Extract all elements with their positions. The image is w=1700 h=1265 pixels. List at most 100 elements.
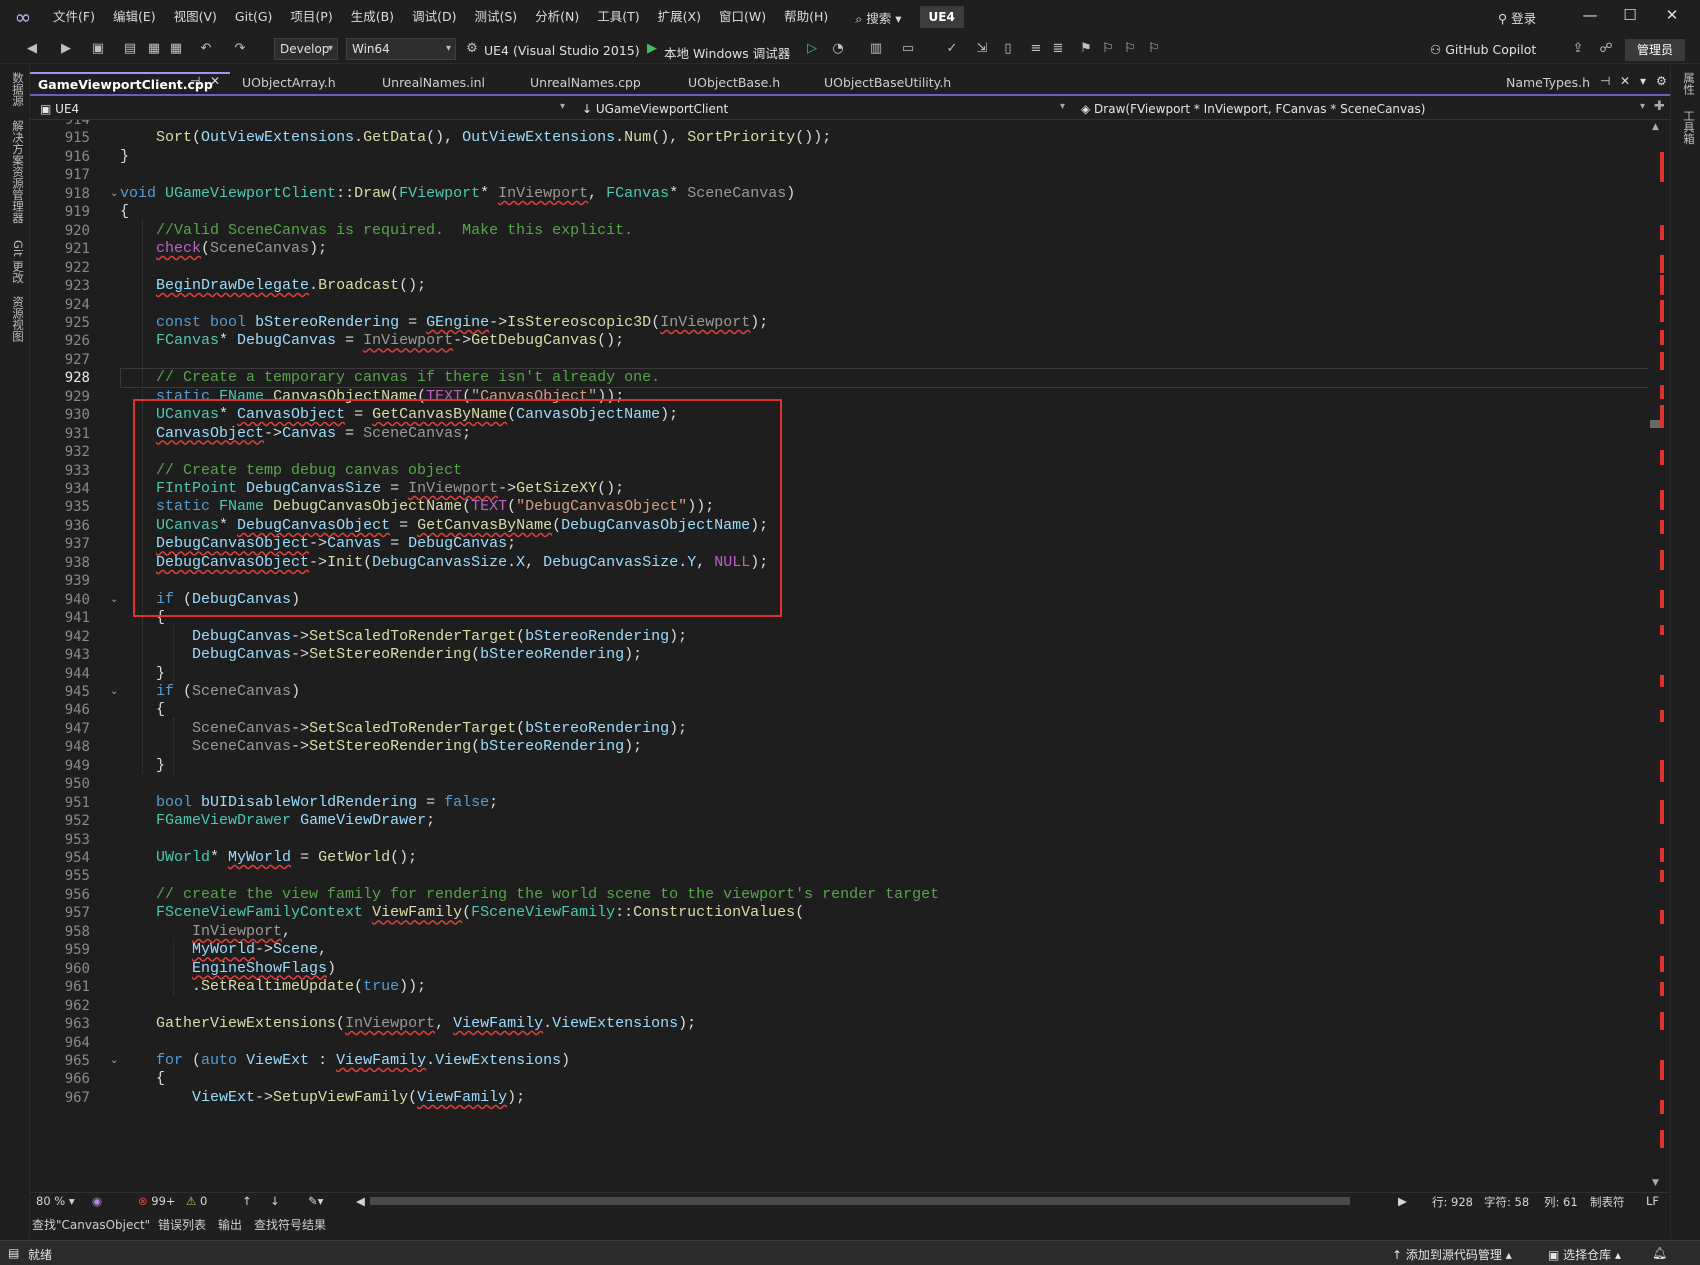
menu-item[interactable]: Git(G) xyxy=(226,0,282,34)
tab-overflow-icon[interactable]: ▾ xyxy=(1640,74,1646,88)
fold-toggle-icon[interactable]: ⌄ xyxy=(110,686,118,697)
tab-uobjectbaseutility-h[interactable]: UObjectBaseUtility.h xyxy=(816,72,984,94)
step-icon[interactable]: ⇲ xyxy=(974,41,990,57)
menu-item[interactable]: 帮助(H) xyxy=(775,0,837,34)
redo-icon[interactable]: ↷ xyxy=(232,41,248,57)
side-tab-solution-explorer[interactable]: 解决方案资源管理器 xyxy=(10,120,26,224)
platform-dropdown[interactable]: Win64 xyxy=(346,38,456,60)
tab-output[interactable]: 输出 xyxy=(218,1216,242,1233)
scroll-right-icon[interactable]: ▶ xyxy=(1398,1194,1407,1208)
save-all-icon[interactable]: ▦ xyxy=(168,41,184,57)
bookmark-icon[interactable]: ⚑ xyxy=(1078,41,1094,57)
share-icon[interactable]: ⇪ xyxy=(1570,41,1586,57)
member-dropdown[interactable]: ◈ Draw(FViewport * InViewport, FCanvas *… xyxy=(1075,100,1665,118)
back-icon[interactable]: ◀ xyxy=(24,41,40,57)
code-line[interactable]: SceneCanvas->SetStereoRendering(bStereoR… xyxy=(120,737,642,757)
health-icon[interactable]: ◉ xyxy=(92,1194,102,1208)
scroll-up-icon[interactable]: ▲ xyxy=(1652,122,1659,132)
menu-item[interactable]: 文件(F) xyxy=(44,0,104,34)
menu-item[interactable]: 工具(T) xyxy=(588,0,648,34)
code-line[interactable]: } xyxy=(120,147,129,167)
code-line[interactable]: FGameViewDrawer GameViewDrawer; xyxy=(120,811,435,831)
comment-icon[interactable]: ≡ xyxy=(1028,41,1044,57)
code-line[interactable]: UWorld* MyWorld = GetWorld(); xyxy=(120,848,417,868)
side-tab-toolbox[interactable]: 工具箱 xyxy=(1681,110,1697,145)
open-folder-icon[interactable]: ▤ xyxy=(122,41,138,57)
fold-toggle-icon[interactable]: ⌄ xyxy=(110,188,118,199)
code-line[interactable]: BeginDrawDelegate.Broadcast(); xyxy=(120,276,426,296)
line-indicator[interactable]: 行: 928 xyxy=(1432,1194,1473,1210)
visual-studio-logo-icon[interactable]: ∞ xyxy=(12,6,34,28)
tab-unrealnames-inl[interactable]: UnrealNames.inl xyxy=(374,72,510,94)
code-line[interactable]: EngineShowFlags) xyxy=(120,959,336,979)
code-line[interactable]: Sort(OutViewExtensions.GetData(), OutVie… xyxy=(120,128,831,148)
tab-unrealnames-cpp[interactable]: UnrealNames.cpp xyxy=(522,72,664,94)
uncomment-icon[interactable]: ≣ xyxy=(1050,41,1066,57)
github-copilot-button[interactable]: ⚇ GitHub Copilot xyxy=(1430,42,1536,57)
notifications-icon[interactable]: 🔔︎ xyxy=(1652,1246,1667,1260)
split-icon[interactable]: ✚ xyxy=(1654,99,1665,114)
hot-reload-icon[interactable]: ◔ xyxy=(830,41,846,57)
minimize-icon[interactable]: — xyxy=(1575,6,1605,24)
code-line[interactable]: { xyxy=(120,1069,165,1089)
menu-item[interactable]: 测试(S) xyxy=(465,0,526,34)
tab-uobjectarray-h[interactable]: UObjectArray.h xyxy=(234,72,360,94)
browse-icon[interactable]: ▥ xyxy=(868,41,884,57)
project-dropdown[interactable]: ▣ UE4 xyxy=(34,100,564,118)
search-box[interactable]: ⌕ 搜索 ▾ xyxy=(847,8,909,27)
scroll-down-icon[interactable]: ▼ xyxy=(1652,1178,1659,1188)
format-icon[interactable]: ▯ xyxy=(1000,41,1016,57)
tab-error-list[interactable]: 错误列表 xyxy=(158,1216,206,1233)
maximize-icon[interactable]: ☐ xyxy=(1615,6,1645,24)
code-line[interactable]: // Create a temporary canvas if there is… xyxy=(120,368,660,388)
side-tab-resource-view[interactable]: 资源视图 xyxy=(10,296,26,342)
tab-uobjectbase-h[interactable]: UObjectBase.h xyxy=(680,72,810,94)
tab-nametypes-h[interactable]: NameTypes.h xyxy=(1498,72,1598,94)
gear-icon[interactable]: ⚙ xyxy=(1656,74,1667,88)
code-line[interactable]: for (auto ViewExt : ViewFamily.ViewExten… xyxy=(120,1051,570,1071)
error-count[interactable]: ⊗ 99+ xyxy=(138,1194,176,1208)
configuration-dropdown[interactable]: Develop xyxy=(274,38,338,60)
column-indicator[interactable]: 列: 61 xyxy=(1544,1194,1578,1210)
code-line[interactable]: void UGameViewportClient::Draw(FViewport… xyxy=(120,184,795,204)
vertical-scrollbar[interactable]: ▲ ▼ xyxy=(1648,120,1666,1192)
scroll-left-icon[interactable]: ◀ xyxy=(356,1194,365,1208)
menu-item[interactable]: 窗口(W) xyxy=(710,0,775,34)
add-to-source-control-button[interactable]: ↑ 添加到源代码管理 ▴ xyxy=(1392,1246,1512,1263)
code-cleanup-icon[interactable]: ✎▾ xyxy=(308,1194,323,1208)
prev-bookmark-icon[interactable]: ⚐ xyxy=(1100,41,1116,57)
select-repository-button[interactable]: ▣ 选择仓库 ▴ xyxy=(1548,1246,1621,1263)
login-button[interactable]: ⚲ 登录 xyxy=(1498,8,1536,27)
start-debug-icon[interactable]: ▶ xyxy=(644,41,660,57)
menu-item[interactable]: 项目(P) xyxy=(281,0,341,34)
code-line[interactable]: bool bUIDisableWorldRendering = false; xyxy=(120,793,498,813)
code-line[interactable]: DebugCanvas->SetScaledToRenderTarget(bSt… xyxy=(120,627,687,647)
menu-item[interactable]: 视图(V) xyxy=(165,0,226,34)
tab-find-results[interactable]: 查找"CanvasObject" xyxy=(32,1216,150,1233)
feedback-icon[interactable]: ☍ xyxy=(1598,41,1614,57)
spellcheck-icon[interactable]: ✓ xyxy=(944,41,960,57)
pin-icon[interactable]: ⊣ xyxy=(1600,74,1610,88)
menu-item[interactable]: 编辑(E) xyxy=(104,0,165,34)
forward-icon[interactable]: ▶ xyxy=(58,41,74,57)
indent-mode[interactable]: 制表符 xyxy=(1590,1194,1625,1210)
code-line[interactable]: MyWorld->Scene, xyxy=(120,940,327,960)
fold-toggle-icon[interactable]: ⌄ xyxy=(110,1055,118,1066)
menu-item[interactable]: 调试(D) xyxy=(403,0,465,34)
clear-bookmarks-icon[interactable]: ⚐ xyxy=(1146,41,1162,57)
scope-dropdown[interactable]: ↓ UGameViewportClient xyxy=(576,100,1076,118)
code-line[interactable]: const bool bStereoRendering = GEngine->I… xyxy=(120,313,768,333)
warning-count[interactable]: ⚠ 0 xyxy=(186,1194,207,1208)
gear-icon[interactable]: ⚙ xyxy=(464,41,480,57)
side-tab-data-sources[interactable]: 数据源 xyxy=(10,72,26,107)
start-without-debug-icon[interactable]: ▷ xyxy=(804,41,820,57)
code-line[interactable]: if (SceneCanvas) xyxy=(120,682,300,702)
code-line[interactable]: GatherViewExtensions(InViewport, ViewFam… xyxy=(120,1014,696,1034)
code-line[interactable]: FCanvas* DebugCanvas = InViewport->GetDe… xyxy=(120,331,624,351)
debugger-button[interactable]: 本地 Windows 调试器 xyxy=(664,43,790,62)
layout-icon[interactable]: ▭ xyxy=(900,41,916,57)
startup-project-dropdown[interactable]: UE4 (Visual Studio 2015) xyxy=(484,43,640,58)
fold-toggle-icon[interactable]: ⌄ xyxy=(110,594,118,605)
menu-item[interactable]: 扩展(X) xyxy=(649,0,710,34)
char-indicator[interactable]: 字符: 58 xyxy=(1484,1194,1529,1210)
